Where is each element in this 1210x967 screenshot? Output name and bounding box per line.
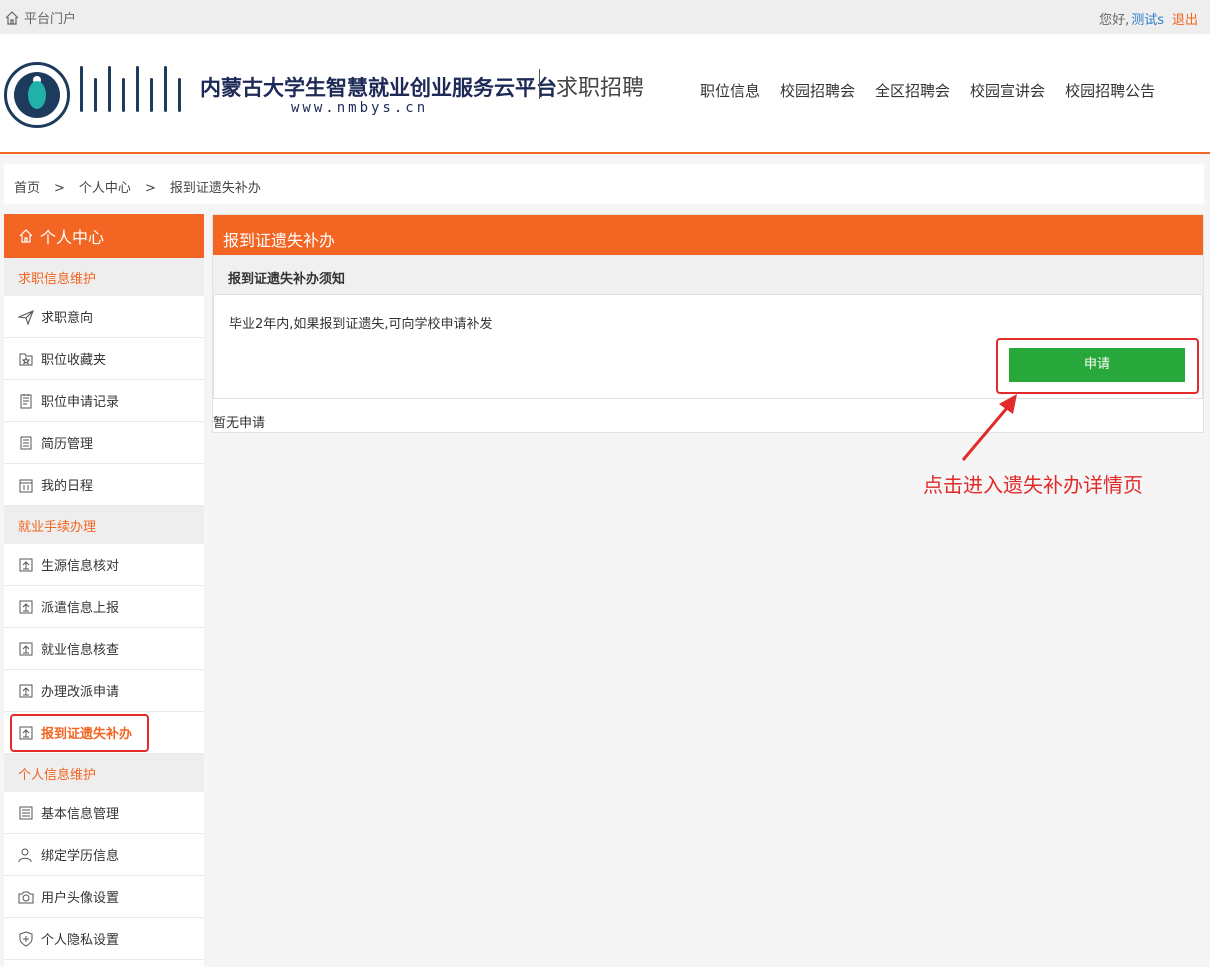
sidebar: 个人中心 求职信息维护 求职意向 职位收藏夹 职位申请记录 简历管理 我的日程 …: [4, 214, 204, 967]
upload-icon: [19, 558, 33, 571]
upload-icon: [19, 642, 33, 655]
clipboard-icon: [20, 393, 32, 408]
folder-star-icon: [19, 353, 33, 365]
nav-campus-talk[interactable]: 校园宣讲会: [970, 80, 1045, 101]
main-nav: 职位信息 校园招聘会 全区招聘会 校园宣讲会 校园招聘公告: [700, 80, 1175, 101]
nav-campus-notice[interactable]: 校园招聘公告: [1065, 80, 1155, 101]
portal-link[interactable]: 平台门户: [4, 8, 76, 27]
logo-emblem: [14, 72, 60, 118]
notice-body: 毕业2年内,如果报到证遗失,可向学校申请补发 申请: [213, 295, 1203, 399]
paper-plane-icon: [18, 309, 34, 325]
notice-text: 毕业2年内,如果报到证遗失,可向学校申请补发: [229, 317, 493, 332]
sidebar-item-privacy[interactable]: 个人隐私设置: [4, 918, 204, 960]
upload-icon: [19, 684, 33, 697]
breadcrumb-sep: >: [144, 181, 156, 196]
breadcrumb-home[interactable]: 首页: [14, 181, 40, 196]
user-icon: [18, 848, 32, 862]
sidebar-item-dispatch-report[interactable]: 派遣信息上报: [4, 586, 204, 628]
sidebar-item-bind-education[interactable]: 绑定学历信息: [4, 834, 204, 876]
sidebar-section-personal: 个人信息维护: [4, 754, 204, 792]
breadcrumb: 首页 > 个人中心 > 报到证遗失补办: [4, 164, 1204, 204]
brand-title: 内蒙古大学生智慧就业创业服务云平台: [200, 76, 557, 100]
breadcrumb-personal[interactable]: 个人中心: [79, 181, 131, 196]
greeting: 您好,: [1099, 13, 1130, 28]
logout-link[interactable]: 退出: [1172, 13, 1198, 28]
header: 内蒙古大学生智慧就业创业服务云平台 www.nmbys.cn 求职招聘 职位信息…: [0, 34, 1210, 152]
sidebar-section-procedure: 就业手续办理: [4, 506, 204, 544]
list-icon: [19, 806, 33, 819]
notice-title: 报到证遗失补办须知: [213, 255, 1203, 295]
brand-url: www.nmbys.cn: [291, 100, 429, 116]
title-divider: [539, 69, 540, 99]
sidebar-item-source-check[interactable]: 生源信息核对: [4, 544, 204, 586]
nav-campus-fair[interactable]: 校园招聘会: [780, 80, 855, 101]
nav-regional-fair[interactable]: 全区招聘会: [875, 80, 950, 101]
user-area: 您好, 测试s 退出: [1099, 9, 1198, 28]
nav-job-info[interactable]: 职位信息: [700, 80, 760, 101]
mongolian-script: [80, 66, 192, 122]
annotation-text: 点击进入遗失补办详情页: [923, 473, 1143, 497]
panel-title: 报到证遗失补办: [213, 215, 1203, 255]
document-icon: [20, 436, 32, 449]
apply-button[interactable]: 申请: [1009, 348, 1185, 382]
calendar-icon: [19, 479, 33, 492]
sidebar-item-employment-check[interactable]: 就业信息核查: [4, 628, 204, 670]
sidebar-item-certificate-reissue[interactable]: 报到证遗失补办: [4, 712, 204, 754]
logo[interactable]: [4, 62, 70, 128]
sidebar-title-label: 个人中心: [40, 228, 105, 247]
upload-icon: [19, 600, 33, 613]
camera-icon: [18, 891, 34, 903]
section-title: 求职招聘: [556, 76, 645, 101]
username-link[interactable]: 测试s: [1131, 13, 1164, 28]
sidebar-section-job: 求职信息维护: [4, 258, 204, 296]
highlight-box: [10, 714, 149, 752]
sidebar-item-job-intent[interactable]: 求职意向: [4, 296, 204, 338]
sidebar-item-schedule[interactable]: 我的日程: [4, 464, 204, 506]
sidebar-item-favorites[interactable]: 职位收藏夹: [4, 338, 204, 380]
sidebar-item-redispatch[interactable]: 办理改派申请: [4, 670, 204, 712]
sidebar-title[interactable]: 个人中心: [4, 214, 204, 258]
breadcrumb-sep: >: [54, 181, 65, 196]
sidebar-item-resume[interactable]: 简历管理: [4, 422, 204, 464]
breadcrumb-current: 报到证遗失补办: [169, 181, 261, 196]
shield-icon: [19, 930, 33, 947]
home-icon: [5, 10, 19, 25]
sidebar-item-avatar[interactable]: 用户头像设置: [4, 876, 204, 918]
main-panel: 报到证遗失补办 报到证遗失补办须知 毕业2年内,如果报到证遗失,可向学校申请补发…: [212, 214, 1204, 433]
portal-label: 平台门户: [24, 12, 77, 27]
home-icon: [19, 229, 33, 243]
sidebar-item-basic-info[interactable]: 基本信息管理: [4, 792, 204, 834]
sidebar-item-apply-records[interactable]: 职位申请记录: [4, 380, 204, 422]
header-divider: [0, 152, 1210, 154]
annotation-arrow: [961, 394, 1017, 461]
top-bar: 平台门户 您好, 测试s 退出: [0, 0, 1210, 34]
empty-state: 暂无申请: [213, 416, 266, 431]
